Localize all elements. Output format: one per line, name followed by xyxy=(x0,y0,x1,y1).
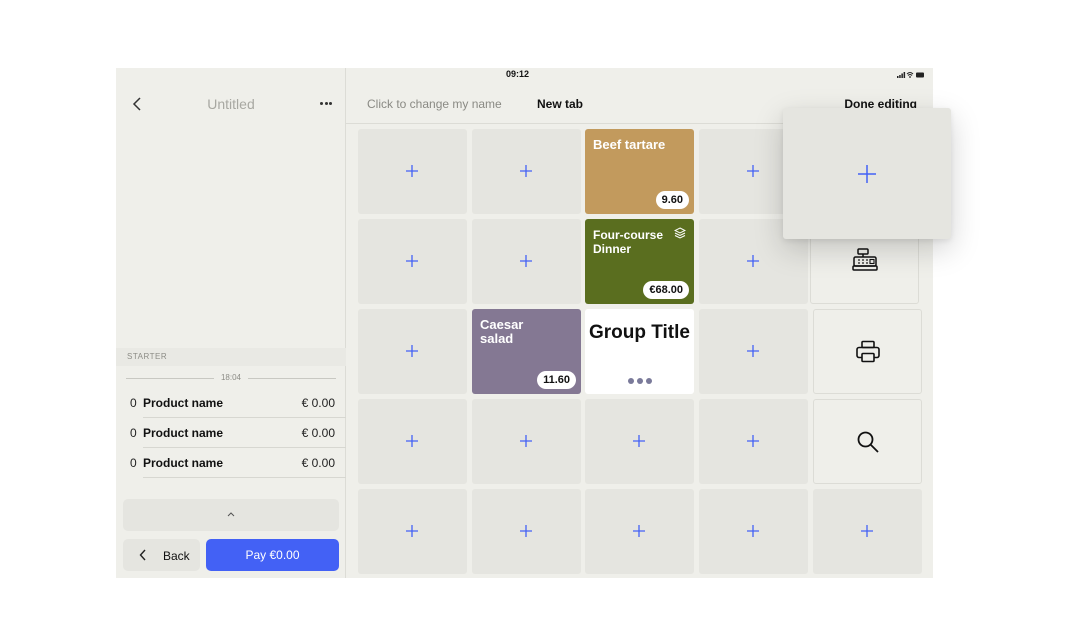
add-tile[interactable] xyxy=(699,399,808,484)
status-time: 09:12 xyxy=(506,69,530,79)
product-price: 11.60 xyxy=(537,371,576,389)
add-tile[interactable] xyxy=(585,399,694,484)
group-title: Group Title xyxy=(589,322,690,343)
add-tile[interactable] xyxy=(472,129,581,214)
cash-register-icon xyxy=(852,248,878,271)
expand-order-bar[interactable] xyxy=(123,499,339,531)
printer-tile[interactable] xyxy=(813,309,922,394)
add-tile[interactable] xyxy=(813,489,922,574)
plus-icon xyxy=(520,255,532,267)
group-tile[interactable]: Group Title xyxy=(585,309,694,394)
add-tile[interactable] xyxy=(358,129,467,214)
order-item-price: € 0.00 xyxy=(301,426,335,440)
add-tile[interactable] xyxy=(585,489,694,574)
plus-icon xyxy=(406,255,418,267)
plus-icon xyxy=(747,255,759,267)
pos-device: Untitled STARTER 18:04 0 Product name € … xyxy=(116,68,951,578)
plus-icon xyxy=(858,165,876,183)
plus-icon xyxy=(520,165,532,177)
order-item[interactable]: 0 Product name € 0.00 xyxy=(116,388,346,418)
product-name: Four-course Dinner xyxy=(593,228,664,256)
product-name: Caesar salad xyxy=(480,317,524,346)
order-item-qty: 0 xyxy=(130,426,137,440)
add-tile[interactable] xyxy=(472,489,581,574)
wifi-icon xyxy=(906,72,914,76)
time-separator: 18:04 xyxy=(126,372,336,384)
search-tile[interactable] xyxy=(813,399,922,484)
product-price: 9.60 xyxy=(655,191,689,209)
group-more-icon xyxy=(628,378,652,384)
plus-icon xyxy=(406,165,418,177)
add-tile[interactable] xyxy=(472,219,581,304)
add-tile[interactable] xyxy=(699,489,808,574)
product-price: €68.00 xyxy=(643,281,689,299)
order-item-name: Product name xyxy=(143,396,224,410)
plus-icon xyxy=(633,435,645,447)
product-tile-caesar-salad[interactable]: Caesar salad 11.60 xyxy=(472,309,581,394)
dragged-add-tile[interactable] xyxy=(783,108,951,239)
plus-icon xyxy=(406,345,418,357)
order-item-qty: 0 xyxy=(130,396,137,410)
order-item-qty: 0 xyxy=(130,456,137,470)
plus-icon xyxy=(747,345,759,357)
chevron-up-icon xyxy=(227,512,235,517)
plus-icon xyxy=(747,165,759,177)
back-button[interactable]: Back xyxy=(123,539,200,571)
plus-icon xyxy=(861,525,873,537)
order-header: Untitled xyxy=(116,90,346,118)
plus-icon xyxy=(406,435,418,447)
plus-icon xyxy=(520,435,532,447)
plus-icon xyxy=(633,525,645,537)
plus-icon xyxy=(520,525,532,537)
plus-icon xyxy=(747,525,759,537)
order-item-price: € 0.00 xyxy=(301,456,335,470)
pay-button[interactable]: Pay €0.00 xyxy=(206,539,339,571)
more-options-icon[interactable] xyxy=(320,102,332,106)
product-tile-four-course-dinner[interactable]: Four-course Dinner €68.00 xyxy=(585,219,694,304)
product-name: Beef tartare xyxy=(593,137,666,152)
tab-new[interactable]: New tab xyxy=(537,97,583,111)
chevron-left-icon xyxy=(139,549,146,561)
add-tile[interactable] xyxy=(358,219,467,304)
order-item[interactable]: 0 Product name € 0.00 xyxy=(116,448,346,478)
plus-icon xyxy=(406,525,418,537)
order-item[interactable]: 0 Product name € 0.00 xyxy=(116,418,346,448)
tab-rename[interactable]: Click to change my name xyxy=(367,97,502,111)
section-label: STARTER xyxy=(116,348,346,366)
order-item-name: Product name xyxy=(143,456,224,470)
plus-icon xyxy=(747,435,759,447)
battery-icon xyxy=(916,72,924,78)
order-panel: Untitled STARTER 18:04 0 Product name € … xyxy=(116,68,346,578)
order-item-name: Product name xyxy=(143,426,224,440)
order-title[interactable]: Untitled xyxy=(116,96,346,112)
product-tile-beef-tartare[interactable]: Beef tartare 9.60 xyxy=(585,129,694,214)
layers-icon xyxy=(674,227,686,239)
add-tile[interactable] xyxy=(358,309,467,394)
add-tile[interactable] xyxy=(699,309,808,394)
printer-icon xyxy=(856,340,880,363)
add-tile[interactable] xyxy=(472,399,581,484)
status-icons xyxy=(897,72,924,78)
add-tile[interactable] xyxy=(358,399,467,484)
signal-icon xyxy=(897,76,899,78)
order-item-price: € 0.00 xyxy=(301,396,335,410)
back-button-label: Back xyxy=(163,549,190,563)
add-tile[interactable] xyxy=(358,489,467,574)
search-icon xyxy=(857,431,879,453)
